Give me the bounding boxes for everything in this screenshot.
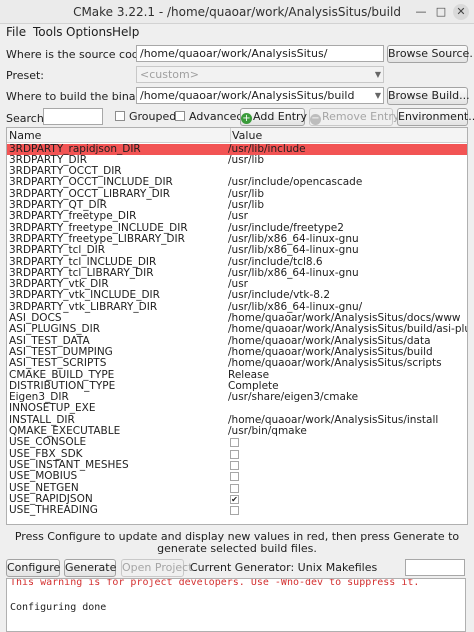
row-checkbox[interactable] bbox=[230, 483, 239, 493]
row-value[interactable]: /home/quaoar/work/AnalysisSitus/data bbox=[228, 335, 431, 347]
cache-table[interactable]: Name Value 3RDPARTY_rapidjson_DIR/usr/li… bbox=[6, 127, 468, 525]
table-row[interactable]: 3RDPARTY_tcl_DIR/usr/lib/x86_64-linux-gn… bbox=[7, 245, 467, 256]
configure-button[interactable]: Configure bbox=[6, 559, 60, 577]
generate-button[interactable]: Generate bbox=[64, 559, 116, 577]
title-bar: CMake 3.22.1 - /home/quaoar/work/Analysi… bbox=[0, 0, 474, 24]
row-value[interactable]: /usr/lib/include bbox=[228, 143, 306, 155]
table-row[interactable]: 3RDPARTY_freetype_DIR/usr bbox=[7, 211, 467, 222]
row-name: USE_CONSOLE bbox=[9, 436, 87, 449]
row-name: USE_NETGEN bbox=[9, 481, 79, 494]
build-value: /home/quaoar/work/AnalysisSitus/build bbox=[140, 89, 355, 102]
row-value[interactable]: /usr/include/vtk-8.2 bbox=[228, 290, 330, 301]
output-search-input[interactable] bbox=[405, 559, 465, 576]
chevron-down-icon: ▼ bbox=[374, 70, 381, 79]
row-name: ASI_TEST_DATA bbox=[9, 334, 90, 347]
table-row[interactable]: ASI_PLUGINS_DIR/home/quaoar/work/Analysi… bbox=[7, 324, 467, 335]
row-name: ASI_PLUGINS_DIR bbox=[9, 323, 101, 336]
build-field[interactable]: /home/quaoar/work/AnalysisSitus/build ▼ bbox=[136, 87, 384, 104]
row-value[interactable]: /usr/include/freetype2 bbox=[228, 222, 344, 234]
row-name: USE_FBX_SDK bbox=[9, 447, 83, 460]
row-name: CMAKE_BUILD_TYPE bbox=[9, 368, 115, 381]
menu-help[interactable]: Help bbox=[112, 25, 139, 39]
plus-circle-icon: + bbox=[241, 113, 252, 124]
row-value[interactable]: /home/quaoar/work/AnalysisSitus/scripts bbox=[228, 358, 442, 369]
row-name: ASI_TEST_SCRIPTS bbox=[9, 357, 107, 370]
row-name: 3RDPARTY_tcl_DIR bbox=[9, 244, 106, 257]
row-name: 3RDPARTY_freetype_INCLUDE_DIR bbox=[9, 221, 188, 234]
preset-label: Preset: bbox=[6, 69, 45, 82]
window-title: CMake 3.22.1 - /home/quaoar/work/Analysi… bbox=[73, 5, 401, 19]
output-done-line: Configuring done bbox=[10, 602, 107, 613]
row-checkbox[interactable] bbox=[230, 449, 239, 459]
row-name: USE_MOBIUS bbox=[9, 470, 78, 483]
remove-entry-label: Remove Entry bbox=[322, 110, 400, 123]
current-generator-label: Current Generator: Unix Makefiles bbox=[190, 561, 378, 574]
add-entry-label: Add Entry bbox=[253, 110, 308, 123]
column-separator bbox=[230, 128, 231, 143]
search-input[interactable] bbox=[43, 108, 103, 125]
preset-value: <custom> bbox=[140, 68, 199, 81]
advanced-checkbox[interactable] bbox=[175, 111, 185, 121]
menu-bar: File Tools Options Help bbox=[0, 24, 474, 42]
environment-button[interactable]: Environment... bbox=[397, 108, 474, 126]
row-value[interactable]: /usr/lib/x86_64-linux-gnu bbox=[228, 245, 359, 256]
output-warning-line: This warning is for project developers. … bbox=[10, 578, 420, 588]
row-value[interactable]: /usr/bin/qmake bbox=[228, 426, 307, 437]
row-value[interactable]: /usr/include/tcl8.6 bbox=[228, 256, 323, 268]
row-name: INNOSETUP_EXE bbox=[9, 402, 96, 415]
row-value[interactable]: /usr/share/eigen3/cmake bbox=[228, 392, 358, 403]
column-header-value[interactable]: Value bbox=[232, 129, 262, 142]
table-row[interactable]: ASI_TEST_SCRIPTS/home/quaoar/work/Analys… bbox=[7, 358, 467, 369]
add-entry-button[interactable]: + Add Entry bbox=[240, 108, 308, 126]
browse-build-button[interactable]: Browse Build... bbox=[387, 87, 470, 105]
info-text: Press Configure to update and display ne… bbox=[14, 530, 460, 555]
table-row[interactable]: 3RDPARTY_OCCT_INCLUDE_DIR/usr/include/op… bbox=[7, 177, 467, 188]
row-value[interactable]: /usr/lib bbox=[228, 154, 264, 166]
table-row[interactable]: USE_MOBIUS bbox=[7, 471, 467, 482]
row-name: USE_THREADING bbox=[9, 504, 98, 517]
row-name: 3RDPARTY_rapidjson_DIR bbox=[9, 142, 141, 155]
chevron-down-icon[interactable]: ▼ bbox=[375, 89, 381, 102]
preset-combo: <custom> ▼ bbox=[136, 66, 384, 83]
table-row[interactable]: USE_CONSOLE bbox=[7, 437, 467, 448]
menu-file[interactable]: File bbox=[6, 25, 26, 39]
remove-entry-button: − Remove Entry bbox=[309, 108, 399, 126]
table-row[interactable]: INNOSETUP_EXE bbox=[7, 403, 467, 414]
source-label: Where is the source code: bbox=[6, 48, 150, 61]
row-checkbox[interactable] bbox=[230, 472, 239, 482]
minimize-icon[interactable]: — bbox=[413, 4, 429, 20]
row-name: 3RDPARTY_freetype_DIR bbox=[9, 210, 137, 223]
table-header: Name Value bbox=[7, 128, 467, 143]
row-value[interactable]: /usr bbox=[228, 211, 248, 222]
table-row[interactable]: USE_THREADING bbox=[7, 505, 467, 516]
row-value[interactable]: Release bbox=[228, 369, 269, 381]
row-name: 3RDPARTY_vtk_INCLUDE_DIR bbox=[9, 289, 160, 302]
output-log[interactable]: This warning is for project developers. … bbox=[6, 578, 466, 632]
row-name: 3RDPARTY_tcl_INCLUDE_DIR bbox=[9, 255, 157, 268]
minus-circle-icon: − bbox=[310, 113, 321, 125]
grouped-checkbox[interactable] bbox=[115, 111, 125, 121]
table-row[interactable]: 3RDPARTY_vtk_INCLUDE_DIR/usr/include/vtk… bbox=[7, 290, 467, 301]
maximize-icon[interactable]: □ bbox=[433, 4, 449, 20]
advanced-label: Advanced bbox=[189, 110, 244, 123]
row-checkbox[interactable] bbox=[230, 506, 239, 516]
menu-tools[interactable]: Tools bbox=[33, 25, 63, 39]
grouped-label: Grouped bbox=[129, 110, 177, 123]
search-label: Search: bbox=[6, 112, 48, 125]
source-field[interactable]: /home/quaoar/work/AnalysisSitus/ bbox=[136, 45, 384, 62]
row-checkbox[interactable]: ✔ bbox=[230, 494, 239, 504]
row-checkbox[interactable] bbox=[230, 438, 239, 448]
row-checkbox[interactable] bbox=[230, 460, 239, 470]
close-icon[interactable]: ✕ bbox=[453, 4, 469, 20]
row-value[interactable]: /usr/include/opencascade bbox=[228, 177, 362, 188]
menu-options[interactable]: Options bbox=[66, 25, 112, 39]
row-value[interactable]: /home/quaoar/work/AnalysisSitus/build/as… bbox=[228, 324, 467, 335]
browse-source-button[interactable]: Browse Source... bbox=[387, 45, 474, 63]
open-project-button: Open Project bbox=[121, 559, 193, 577]
column-header-name[interactable]: Name bbox=[9, 129, 41, 142]
row-name: 3RDPARTY_OCCT_INCLUDE_DIR bbox=[9, 176, 173, 189]
